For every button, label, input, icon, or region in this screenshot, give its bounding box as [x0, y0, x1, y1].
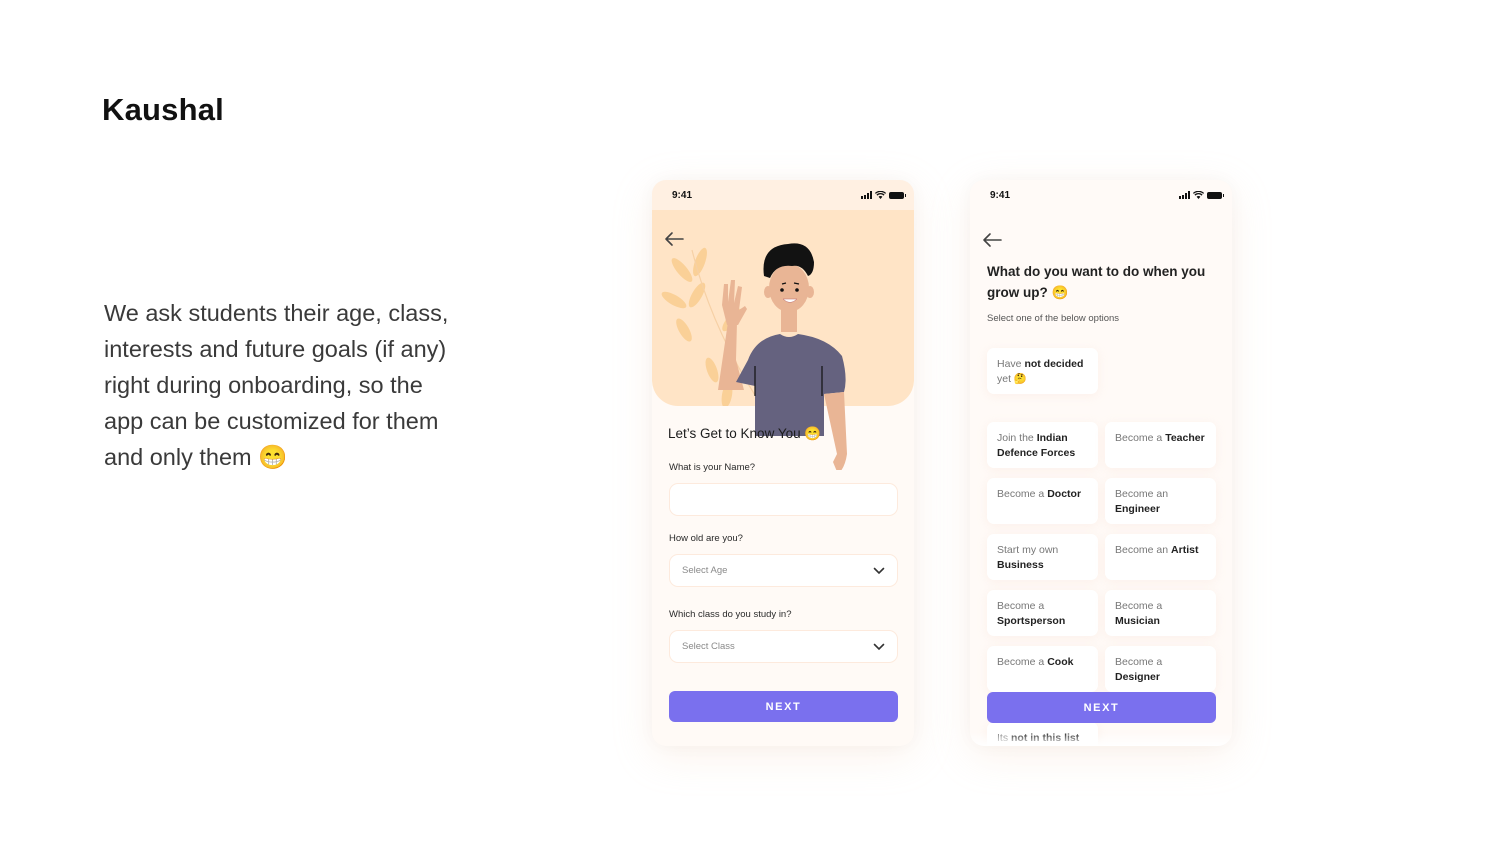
hero-illustration-bg — [652, 210, 914, 406]
option-prefix: Become an — [1115, 488, 1169, 500]
age-select[interactable]: Select Age — [669, 554, 898, 587]
next-button[interactable]: NEXT — [669, 691, 898, 722]
name-input[interactable] — [682, 494, 885, 505]
brand-title: Kaushal — [102, 92, 224, 127]
wifi-icon — [875, 191, 886, 199]
option-keyword: Designer — [1115, 670, 1160, 683]
option-card[interactable]: Have not decided yet 🤔 — [987, 348, 1098, 394]
option-keyword: Engineer — [1115, 502, 1160, 515]
status-time: 9:41 — [990, 189, 1011, 201]
option-prefix: Join the — [997, 432, 1037, 444]
back-arrow-icon[interactable] — [981, 231, 1003, 249]
name-field[interactable] — [669, 483, 898, 516]
name-label: What is your Name? — [669, 462, 756, 473]
option-card[interactable]: Join the Indian Defence Forces — [987, 422, 1098, 468]
status-bar: 9:41 — [970, 180, 1232, 210]
option-prefix: Become a — [1115, 600, 1163, 612]
next-button[interactable]: NEXT — [987, 692, 1216, 723]
status-time: 9:41 — [672, 189, 693, 201]
option-card[interactable]: Start my own Business — [987, 534, 1098, 580]
battery-icon — [889, 191, 906, 199]
option-card[interactable]: Become a Sportsperson — [987, 590, 1098, 636]
signal-icon — [1179, 191, 1190, 199]
option-card[interactable]: Become a Doctor — [987, 478, 1098, 524]
class-select-placeholder: Select Class — [682, 641, 735, 652]
leaf-decoration-icon — [661, 247, 763, 406]
chevron-down-icon — [873, 567, 885, 574]
option-prefix: Become a — [1115, 656, 1163, 668]
option-card[interactable]: Become a Designer — [1105, 646, 1216, 692]
phone-screen-get-to-know-you: 9:41 Let’s Get to Know You 😁 What is you… — [652, 180, 914, 746]
page-heading: Let’s Get to Know You 😁 — [668, 426, 822, 441]
option-prefix: Become a — [997, 656, 1048, 668]
option-keyword: Business — [997, 558, 1044, 571]
age-select-placeholder: Select Age — [682, 565, 728, 576]
class-select[interactable]: Select Class — [669, 630, 898, 663]
option-card[interactable]: Become a Musician — [1105, 590, 1216, 636]
option-keyword: Cook — [1047, 656, 1074, 668]
status-bar: 9:41 — [652, 180, 914, 210]
option-card[interactable]: Become an Engineer — [1105, 478, 1216, 524]
option-keyword: Teacher — [1165, 432, 1205, 444]
description-text: We ask students their age, class, intere… — [104, 300, 449, 470]
option-prefix: Become a — [1115, 432, 1166, 444]
option-keyword: Musician — [1115, 614, 1160, 627]
phone-screen-future-goals: 9:41 What do you want to do when you gro… — [970, 180, 1232, 746]
class-label: Which class do you study in? — [669, 609, 792, 620]
age-label: How old are you? — [669, 533, 743, 544]
option-keyword: not decided — [1024, 358, 1084, 370]
option-card[interactable]: Become a Teacher — [1105, 422, 1216, 468]
option-keyword: Sportsperson — [997, 614, 1066, 627]
bottom-fade — [970, 732, 1232, 746]
option-suffix: yet 🤔 — [997, 372, 1027, 385]
option-prefix: Become a — [997, 600, 1045, 612]
option-keyword: Artist — [1171, 544, 1199, 556]
chevron-down-icon — [873, 643, 885, 650]
option-card[interactable]: Become a Cook — [987, 646, 1098, 692]
question-subtitle: Select one of the below options — [987, 313, 1120, 324]
back-arrow-icon[interactable] — [663, 230, 685, 248]
signal-icon — [861, 191, 872, 199]
option-prefix: Have — [997, 358, 1025, 370]
option-card[interactable]: Become an Artist — [1105, 534, 1216, 580]
option-prefix: Start my own — [997, 544, 1059, 556]
wifi-icon — [1193, 191, 1204, 199]
question-heading: What do you want to do when you grow up?… — [987, 264, 1206, 300]
option-keyword: Doctor — [1047, 488, 1082, 500]
option-prefix: Become an — [1115, 544, 1172, 556]
option-prefix: Become a — [997, 488, 1048, 500]
battery-icon — [1207, 191, 1224, 199]
